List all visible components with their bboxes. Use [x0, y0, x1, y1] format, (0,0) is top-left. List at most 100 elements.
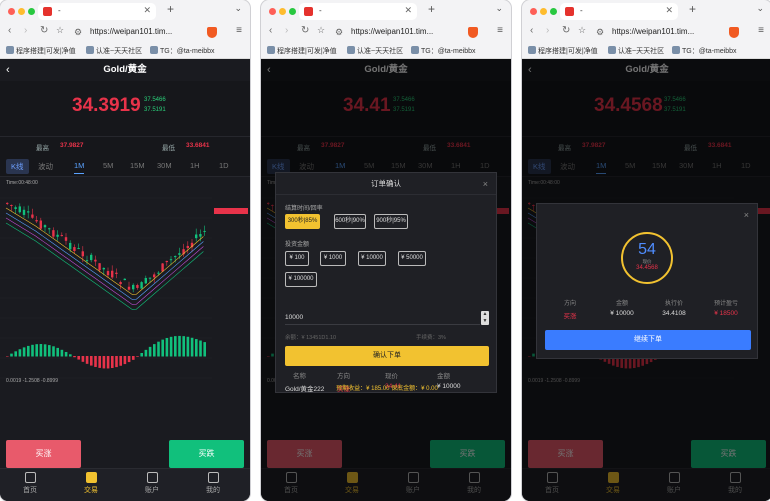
bookmark-item[interactable]: 程序搭建|可发|净值 [267, 46, 337, 56]
brave-shield-icon[interactable] [468, 27, 478, 38]
period-3[interactable]: 5M [103, 161, 113, 170]
reload-icon[interactable]: ↻ [301, 25, 309, 36]
close-window-button[interactable] [8, 8, 15, 15]
back-icon[interactable]: ‹ [269, 25, 272, 36]
minimize-window-button[interactable] [540, 8, 547, 15]
order-header: 方向 [337, 373, 350, 380]
amount-option[interactable]: ¥ 100000 [285, 272, 317, 287]
bookmark-item[interactable]: TG：@ta-meibbx [672, 46, 737, 56]
buy-down-button[interactable]: 买跌 [169, 440, 244, 468]
macd-bar [195, 339, 198, 357]
maximize-window-button[interactable] [550, 8, 557, 15]
back-icon[interactable]: ‹ [530, 25, 533, 36]
bookmark-icon[interactable]: ☆ [317, 25, 325, 36]
macd-bar [69, 354, 72, 357]
close-tab-icon[interactable]: ✕ [143, 5, 151, 16]
browser-tab[interactable]: - ✕ [299, 3, 417, 20]
brave-shield-icon[interactable] [207, 27, 217, 38]
minimize-window-button[interactable] [18, 8, 25, 15]
period-0[interactable]: K线 [6, 159, 29, 174]
candle [69, 242, 72, 250]
bookmark-item[interactable]: 程序搭建|可发|净值 [6, 46, 76, 56]
site-info-icon[interactable]: ⚙ [74, 27, 82, 38]
period-1[interactable]: 波动 [38, 161, 53, 172]
amount-option[interactable]: ¥ 50000 [398, 251, 426, 266]
period-6[interactable]: 1H [190, 161, 200, 170]
brave-shield-icon[interactable] [729, 27, 739, 38]
price-panel: 34.3919 37.5466 37.5191 [0, 81, 250, 137]
back-icon[interactable]: ‹ [8, 25, 11, 36]
back-arrow-icon[interactable]: ‹ [6, 59, 10, 81]
candlestick-chart[interactable]: Time:00:48:00 0.0019 -1.2508 -0.8999 [0, 178, 250, 396]
countdown-value: 54 [638, 241, 656, 258]
confirm-order-button[interactable]: 确认下单 [285, 346, 489, 366]
site-info-icon[interactable]: ⚙ [335, 27, 343, 38]
time-option[interactable]: 600秒|90% [334, 214, 366, 229]
new-tab-icon[interactable]: + [428, 2, 435, 16]
stat-value: 买涨 [563, 313, 577, 320]
browser-tab[interactable]: - ✕ [38, 3, 156, 20]
continue-order-button[interactable]: 继续下单 [545, 330, 751, 350]
bookmark-folder-icon [267, 46, 275, 54]
bookmark-item[interactable]: 认准~天天社区 [86, 46, 142, 56]
close-window-button[interactable] [530, 8, 537, 15]
close-icon[interactable]: × [483, 173, 488, 195]
new-tab-icon[interactable]: + [689, 2, 696, 16]
maximize-window-button[interactable] [28, 8, 35, 15]
period-2[interactable]: 1M [74, 161, 85, 174]
amount-input[interactable]: 10000 [285, 311, 480, 325]
amount-option[interactable]: ¥ 100 [285, 251, 309, 266]
amount-option[interactable]: ¥ 10000 [358, 251, 386, 266]
tab-list-icon[interactable]: ⌄ [234, 3, 242, 14]
amount-stepper[interactable]: ▲ ▼ [481, 311, 489, 325]
bookmark-icon[interactable]: ☆ [56, 25, 64, 36]
tab-home[interactable]: 首页 [10, 472, 50, 495]
close-tab-icon[interactable]: ✕ [404, 5, 412, 16]
buy-up-button[interactable]: 买涨 [6, 440, 81, 468]
countdown-ring: 54 现价 34.4568 [621, 232, 673, 284]
stat-label: 执行价 [664, 301, 683, 307]
time-option[interactable]: 300秒|85% [285, 214, 320, 229]
menu-icon[interactable]: ≡ [497, 25, 503, 36]
minimize-window-button[interactable] [279, 8, 286, 15]
tab-trade[interactable]: 交易 [71, 472, 111, 495]
candle [52, 230, 55, 237]
time-option[interactable]: 900秒|95% [374, 214, 408, 229]
reload-icon[interactable]: ↻ [40, 25, 48, 36]
period-4[interactable]: 15M [130, 161, 145, 170]
amount-option[interactable]: ¥ 1000 [320, 251, 346, 266]
forward-icon[interactable]: › [546, 25, 549, 36]
tab-list-icon[interactable]: ⌄ [495, 3, 503, 14]
tab-list-icon[interactable]: ⌄ [756, 3, 764, 14]
address-bar[interactable]: ⚙ https://weipan101.tim... [335, 24, 467, 40]
forward-icon[interactable]: › [24, 25, 27, 36]
bookmarks-bar: 程序搭建|可发|净值 认准~天天社区 TG：@ta-meibbx [261, 42, 511, 59]
new-tab-icon[interactable]: + [167, 2, 174, 16]
period-7[interactable]: 1D [219, 161, 229, 170]
browser-tab[interactable]: - ✕ [560, 3, 678, 20]
tab-account[interactable]: 账户 [132, 472, 172, 495]
period-5[interactable]: 30M [157, 161, 172, 170]
candle [90, 254, 93, 261]
close-window-button[interactable] [269, 8, 276, 15]
bookmark-item[interactable]: 认准~天天社区 [347, 46, 403, 56]
order-header: 名称 [293, 373, 306, 380]
maximize-window-button[interactable] [289, 8, 296, 15]
menu-icon[interactable]: ≡ [236, 25, 242, 36]
menu-icon[interactable]: ≡ [758, 25, 764, 36]
address-bar[interactable]: ⚙ https://weipan101.tim... [596, 24, 728, 40]
address-bar[interactable]: ⚙ https://weipan101.tim... [74, 24, 206, 40]
bookmark-item[interactable]: 程序搭建|可发|净值 [528, 46, 598, 56]
tab-title: - [58, 6, 61, 15]
bookmark-item[interactable]: 认准~天天社区 [608, 46, 664, 56]
forward-icon[interactable]: › [285, 25, 288, 36]
bookmark-icon[interactable]: ☆ [578, 25, 586, 36]
close-icon[interactable]: × [744, 210, 749, 220]
reload-icon[interactable]: ↻ [562, 25, 570, 36]
close-tab-icon[interactable]: ✕ [665, 5, 673, 16]
site-info-icon[interactable]: ⚙ [596, 27, 604, 38]
bookmark-item[interactable]: TG：@ta-meibbx [411, 46, 476, 56]
tab-mine[interactable]: 我的 [193, 472, 233, 495]
bookmark-item[interactable]: TG：@ta-meibbx [150, 46, 215, 56]
url-text: https://weipan101.tim... [351, 27, 434, 36]
